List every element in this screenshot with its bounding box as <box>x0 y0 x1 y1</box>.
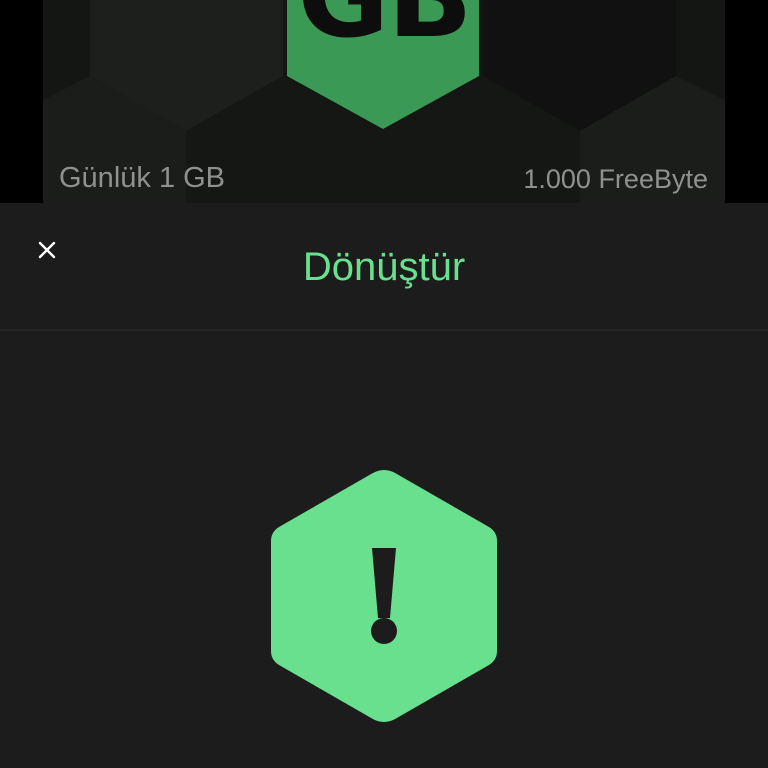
convert-sheet: Dönüştür <box>0 203 768 768</box>
package-card[interactable]: GB Günlük 1 GB 1.000 FreeByte <box>43 0 725 204</box>
package-price-label: 1.000 FreeByte <box>523 164 708 194</box>
sheet-header: Dönüştür <box>0 203 768 331</box>
sheet-title: Dönüştür <box>302 245 466 289</box>
package-name-label: Günlük 1 GB <box>59 162 226 194</box>
warning-hexagon-icon <box>269 466 499 726</box>
gb-badge-text: GB <box>43 0 725 54</box>
screen: GB Günlük 1 GB 1.000 FreeByte Dönüştür <box>0 0 768 768</box>
